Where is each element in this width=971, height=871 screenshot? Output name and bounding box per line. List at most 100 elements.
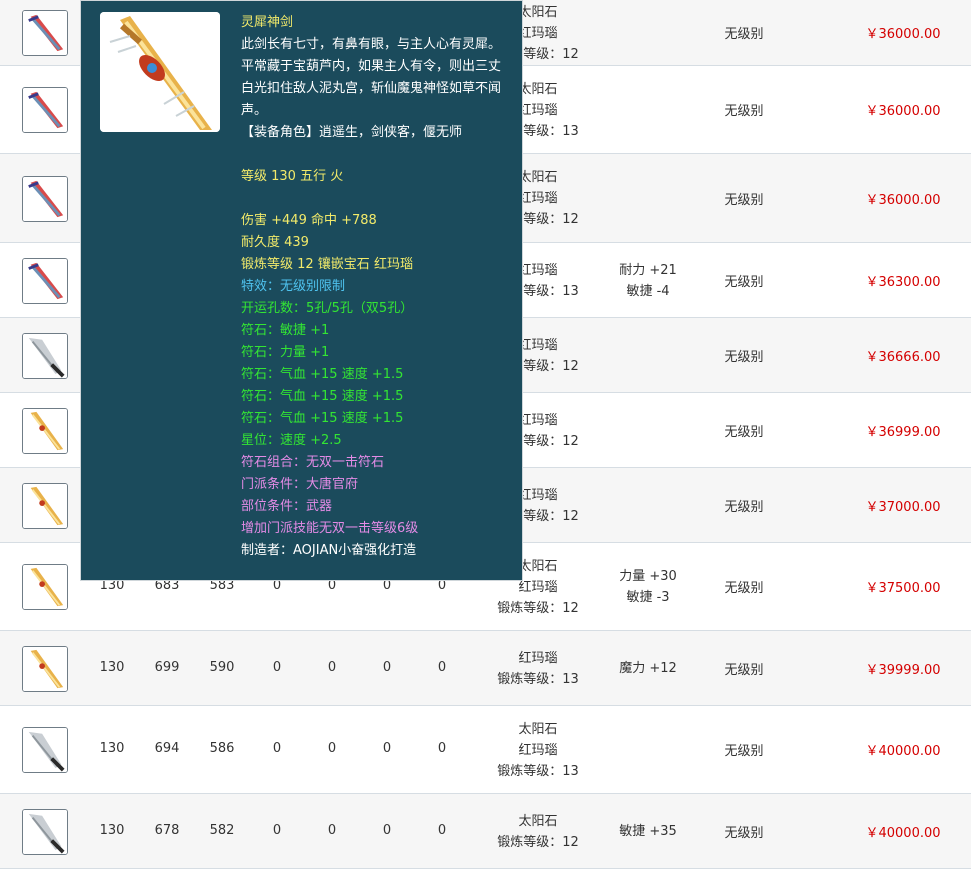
gem-line: 锻炼等级：12 bbox=[497, 834, 579, 850]
cell-z2: 0 bbox=[327, 822, 337, 838]
table-row[interactable]: 130 678 582 0 0 0 0 太阳石锻炼等级：12 敏捷 +35 无级别 ￥40000.0… bbox=[0, 794, 971, 869]
cell-b: 590 bbox=[209, 659, 235, 675]
item-damage: 伤害 +449 命中 +788 bbox=[241, 213, 377, 228]
cell-z1: 0 bbox=[272, 659, 282, 675]
red-sword-icon[interactable] bbox=[22, 10, 68, 56]
silver-blade-icon[interactable] bbox=[22, 332, 68, 379]
item-part-req: 部位条件：武器 bbox=[241, 499, 333, 514]
attribute-line: 魔力 +12 bbox=[619, 661, 677, 676]
cell-gems: 太阳石锻炼等级：12 bbox=[478, 811, 598, 853]
cell-z4: 0 bbox=[437, 659, 447, 675]
rune-line: 符石：力量 +1 bbox=[241, 345, 330, 360]
cell-z2: 0 bbox=[327, 659, 337, 675]
cell-price: ￥36300.00 bbox=[865, 274, 941, 290]
rune-line: 符石：气血 +15 速度 +1.5 bbox=[241, 367, 404, 382]
silver-blade-icon[interactable] bbox=[22, 727, 68, 773]
table-row[interactable]: 130 699 590 0 0 0 0 红玛瑙锻炼等级：13 魔力 +12 无级别 ￥39999.0… bbox=[0, 631, 971, 706]
gold-sword-icon bbox=[100, 12, 220, 132]
item-durability: 耐久度 439 bbox=[241, 235, 309, 250]
cell-z4: 0 bbox=[437, 741, 447, 756]
silver-blade-icon[interactable] bbox=[22, 808, 68, 855]
cell-price: ￥40000.00 bbox=[865, 825, 941, 841]
item-image bbox=[100, 12, 220, 132]
cell-gems: 红玛瑙锻炼等级：13 bbox=[478, 648, 598, 690]
rune-line: 符石：敏捷 +1 bbox=[241, 323, 330, 338]
rune-line: 符石：气血 +15 速度 +1.5 bbox=[241, 389, 404, 404]
attribute-line: 敏捷 +35 bbox=[619, 824, 677, 839]
cell-level: 130 bbox=[99, 822, 125, 838]
cell-price: ￥39999.00 bbox=[865, 662, 941, 678]
gold-sword-icon[interactable] bbox=[22, 407, 68, 454]
cell-price: ￥36999.00 bbox=[865, 424, 941, 440]
cell-category: 无级别 bbox=[724, 499, 764, 515]
table-row[interactable]: 130 694 586 0 0 0 0 太阳石红玛瑙锻炼等级：13 无级别 ￥40000.00 bbox=[0, 706, 971, 794]
cell-category: 无级别 bbox=[724, 581, 764, 596]
cell-z4: 0 bbox=[437, 822, 447, 838]
cell-level: 130 bbox=[99, 659, 125, 675]
cell-z1: 0 bbox=[272, 822, 282, 838]
gem-line: 太阳石 bbox=[518, 721, 558, 737]
attribute-line: 敏捷 -3 bbox=[626, 590, 670, 605]
cell-category: 无级别 bbox=[724, 825, 764, 841]
cell-price: ￥40000.00 bbox=[865, 744, 941, 759]
cell-a: 699 bbox=[154, 659, 180, 675]
gem-line: 太阳石 bbox=[518, 813, 558, 829]
cell-level: 130 bbox=[99, 741, 125, 756]
cell-b: 586 bbox=[209, 741, 235, 756]
cell-category: 无级别 bbox=[724, 349, 764, 365]
item-sect-req: 门派条件：大唐官府 bbox=[241, 477, 359, 492]
cell-category: 无级别 bbox=[724, 662, 764, 678]
cell-attributes: 敏捷 +35 bbox=[598, 821, 698, 842]
item-bonus: 增加门派技能无双一击等级6级 bbox=[241, 521, 419, 536]
cell-attributes: 力量 +30 敏捷 -3 bbox=[598, 566, 698, 608]
attribute-line: 敏捷 -4 bbox=[626, 283, 670, 299]
gold-sword-icon[interactable] bbox=[22, 564, 68, 610]
item-roles: 【装备角色】逍遥生，剑侠客，偃无师 bbox=[241, 125, 463, 140]
red-sword-icon[interactable] bbox=[22, 87, 68, 133]
cell-category: 无级别 bbox=[724, 744, 764, 759]
cell-category: 无级别 bbox=[724, 274, 764, 290]
cell-category: 无级别 bbox=[724, 192, 764, 208]
cell-z3: 0 bbox=[382, 822, 392, 838]
cell-price: ￥37000.00 bbox=[865, 499, 941, 515]
item-forge: 锻炼等级 12 镶嵌宝石 红玛瑙 bbox=[241, 257, 413, 272]
attribute-line: 耐力 +21 bbox=[619, 262, 677, 278]
cell-category: 无级别 bbox=[724, 27, 764, 42]
gold-sword-icon[interactable] bbox=[22, 645, 68, 692]
cell-attributes: 耐力 +21 敏捷 -4 bbox=[598, 260, 698, 302]
cell-attributes: 魔力 +12 bbox=[598, 658, 698, 679]
cell-price: ￥36000.00 bbox=[865, 27, 941, 42]
gold-sword-icon[interactable] bbox=[22, 482, 68, 529]
item-maker: 制造者：AOJIAN小奋强化打造 bbox=[241, 543, 417, 558]
cell-z1: 0 bbox=[272, 741, 282, 756]
cell-price: ￥36000.00 bbox=[865, 104, 941, 119]
item-name: 灵犀神剑 bbox=[241, 15, 294, 30]
gem-line: 红玛瑙 bbox=[518, 650, 558, 666]
gem-line: 锻炼等级：12 bbox=[497, 600, 579, 616]
cell-price: ￥36666.00 bbox=[865, 349, 941, 365]
gem-line: 红玛瑙 bbox=[518, 742, 558, 758]
item-level: 等级 130 五行 火 bbox=[241, 169, 344, 184]
item-description: 此剑长有七寸，有鼻有眼，与主人心有灵犀。平常藏于宝葫芦内，如果主人有令，则出三丈… bbox=[241, 37, 502, 118]
item-star: 星位：速度 +2.5 bbox=[241, 433, 342, 448]
item-rune-combo: 符石组合：无双一击符石 bbox=[241, 455, 385, 470]
cell-z3: 0 bbox=[382, 659, 392, 675]
cell-z3: 0 bbox=[382, 741, 392, 756]
item-effect: 特效：无级别限制 bbox=[241, 279, 346, 294]
cell-z2: 0 bbox=[327, 741, 337, 756]
cell-gems: 太阳石红玛瑙锻炼等级：13 bbox=[478, 719, 598, 782]
red-sword-icon[interactable] bbox=[22, 175, 68, 222]
item-holes: 开运孔数：5孔/5孔（双5孔） bbox=[241, 301, 414, 316]
item-tooltip: 灵犀神剑 此剑长有七寸，有鼻有眼，与主人心有灵犀。平常藏于宝葫芦内，如果主人有令… bbox=[80, 0, 523, 581]
cell-category: 无级别 bbox=[724, 424, 764, 440]
cell-a: 678 bbox=[154, 822, 180, 838]
cell-price: ￥37500.00 bbox=[865, 581, 941, 596]
rune-line: 符石：气血 +15 速度 +1.5 bbox=[241, 411, 404, 426]
gem-line: 锻炼等级：13 bbox=[497, 763, 579, 779]
gem-line: 锻炼等级：13 bbox=[497, 671, 579, 687]
cell-category: 无级别 bbox=[724, 104, 764, 119]
cell-b: 582 bbox=[209, 822, 235, 838]
cell-a: 694 bbox=[154, 741, 180, 756]
red-sword-icon[interactable] bbox=[22, 257, 68, 304]
attribute-line: 力量 +30 bbox=[619, 569, 677, 584]
